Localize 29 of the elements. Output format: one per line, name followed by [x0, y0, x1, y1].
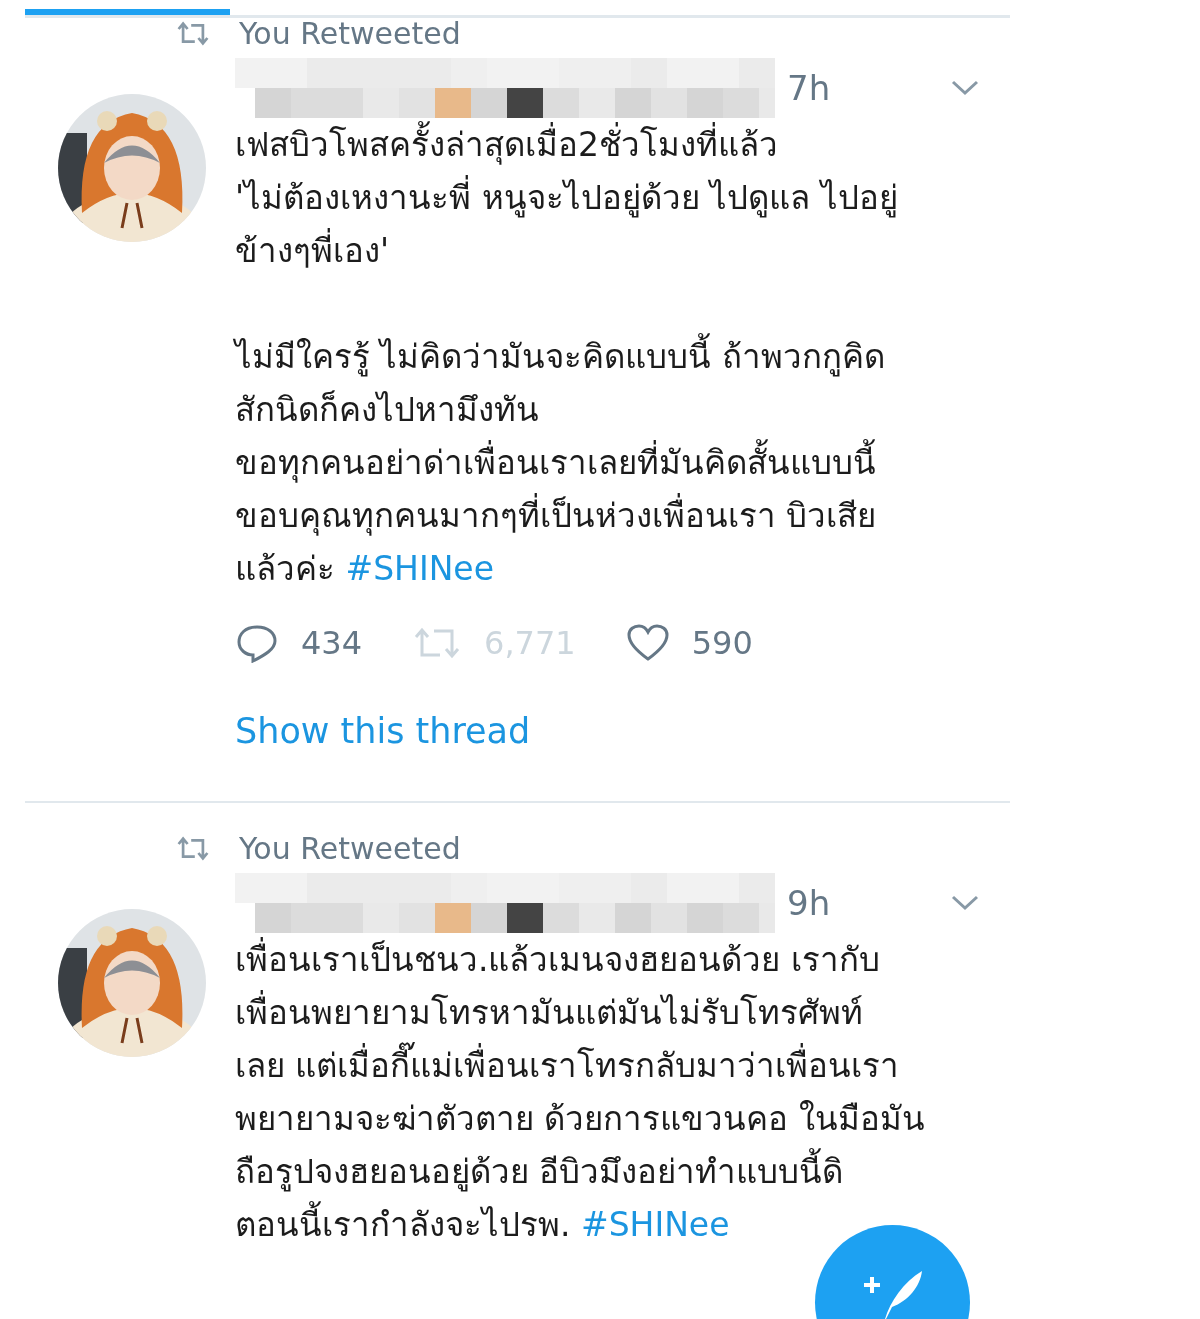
- tweet-text: ขอทุกคนอย่าด่าเพื่อนเราเลยที่มันคิดสั้นแบบนี้: [235, 436, 1010, 489]
- show-thread-link[interactable]: Show this thread: [235, 711, 531, 751]
- action-count: 590: [691, 624, 753, 662]
- tweet-text: พยายามจะฆ่าตัวตาย ด้วยการแขวนคอ ในมือมัน: [235, 1098, 926, 1140]
- tweet-text: สักนิดก็คงไปหามึงทัน: [235, 389, 540, 431]
- tweet-text: เพื่อนพยายามโทรหามันแต่มันไม่รับโทรศัพท์: [235, 986, 1010, 1039]
- tweet-text: เฟสบิวโพสครั้งล่าสุดเมื่อ2ชั่วโมงที่แล้ว: [235, 118, 1010, 171]
- retweet-label: You Retweeted: [239, 830, 461, 866]
- hashtag-link[interactable]: #SHINee: [345, 549, 494, 588]
- tweet-text: เพื่อนเราเป็นชนว.แล้วเมนจงฮยอนด้วย เรากับ: [235, 933, 1010, 986]
- reply-icon[interactable]: [235, 623, 279, 663]
- tweet-text: แล้วค่ะ #SHINee: [235, 548, 495, 590]
- retweet-label: You Retweeted: [239, 15, 461, 51]
- tweet-text: ถือรูปจงฮยอนอยู่ด้วย อีบิวมึงอย่าทำแบบนี้ดิ: [235, 1145, 1010, 1198]
- chevron-down-icon[interactable]: [950, 894, 980, 912]
- tweet-text: ไม่มีใครรู้ ไม่คิดว่ามันจะคิดแบบนี้ ถ้าพวกกูคิด: [235, 330, 1010, 383]
- retweet-icon: [175, 834, 211, 862]
- tweet-text: ขอบคุณทุกคนมากๆที่เป็นห่วงเพื่อนเรา บิวเสีย: [235, 489, 1010, 542]
- action-count: 434: [301, 624, 363, 662]
- heart-icon[interactable]: [625, 623, 670, 663]
- tweet-time[interactable]: 9h: [787, 883, 831, 923]
- tweet-text: ข้างๆพี่เอง': [235, 224, 1010, 277]
- chevron-down-icon[interactable]: [950, 79, 980, 97]
- tweet-text: ตอนนี้เรากำลังจะไปรพ. #SHINee: [235, 1198, 1010, 1251]
- tweet-text: 'ไม่ต้องเหงานะพี่ หนูจะไปอยู่ด้วย ไปดูแล ไปอยู่: [235, 171, 1010, 224]
- tweet-time[interactable]: 7h: [787, 68, 831, 108]
- hashtag-link[interactable]: #SHINee: [581, 1205, 730, 1244]
- retweet-icon: [175, 19, 211, 47]
- tweet-text: เลย แต่เมื่อกี๊แม่เพื่อนเราโทรกลับมาว่าเพื่อนเรา: [235, 1039, 1010, 1092]
